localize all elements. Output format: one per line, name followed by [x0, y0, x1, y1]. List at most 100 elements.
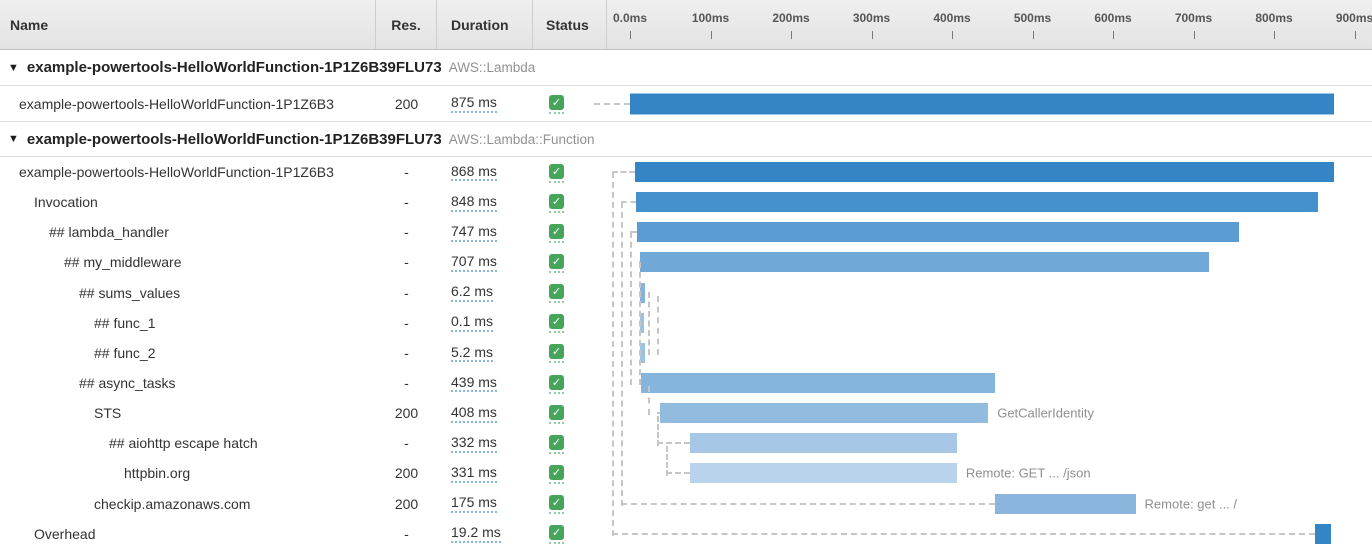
duration-link[interactable]: 175 ms — [451, 494, 497, 513]
table-row[interactable]: httpbin.org200331 ms✓Remote: GET ... /js… — [0, 458, 1372, 488]
timeline-bar[interactable] — [690, 433, 957, 453]
status-badge[interactable]: ✓ — [549, 495, 564, 514]
trace-rows: ▼ example-powertools-HelloWorldFunction-1… — [0, 50, 1372, 549]
duration-link[interactable]: 868 ms — [451, 163, 497, 182]
duration-link[interactable]: 19.2 ms — [451, 524, 501, 543]
duration-link[interactable]: 875 ms — [451, 94, 497, 113]
table-row[interactable]: Overhead-19.2 ms✓ — [0, 519, 1372, 549]
table-row[interactable]: STS200408 ms✓GetCallerIdentity — [0, 398, 1372, 428]
tick-mark — [872, 31, 873, 39]
collapse-arrow-icon[interactable]: ▼ — [8, 62, 19, 74]
duration-link[interactable]: 439 ms — [451, 374, 497, 393]
duration-link[interactable]: 6.2 ms — [451, 283, 493, 302]
status-badge[interactable]: ✓ — [549, 254, 564, 273]
table-row[interactable]: ## aiohttp escape hatch-332 ms✓ — [0, 428, 1372, 458]
group-header[interactable]: ▼ example-powertools-HelloWorldFunction-1… — [0, 121, 1372, 157]
status-badge[interactable]: ✓ — [549, 314, 564, 333]
group-title: example-powertools-HelloWorldFunction-1P… — [27, 59, 442, 76]
status-ok-check-icon[interactable]: ✓ — [549, 375, 564, 390]
segment-name: checkip.amazonaws.com — [94, 496, 250, 512]
status-badge[interactable]: ✓ — [549, 284, 564, 303]
collapse-arrow-icon[interactable]: ▼ — [8, 133, 19, 145]
table-row[interactable]: ## lambda_handler -747 ms ✓ — [0, 217, 1372, 247]
timeline-bar[interactable] — [635, 162, 1334, 182]
response-code: 200 — [376, 96, 437, 112]
response-code: - — [376, 224, 437, 240]
status-badge[interactable]: ✓ — [549, 435, 564, 454]
status-badge[interactable]: ✓ — [549, 194, 564, 213]
table-row[interactable]: ## func_1-0.1 ms✓ — [0, 308, 1372, 338]
connector-line — [657, 442, 690, 444]
tick-label: 800ms — [1239, 11, 1309, 25]
connector-line — [621, 503, 995, 505]
table-row[interactable]: example-powertools-HelloWorldFunction-1P… — [0, 86, 1372, 121]
duration-link[interactable]: 5.2 ms — [451, 344, 493, 363]
status-badge[interactable]: ✓ — [549, 375, 564, 394]
duration-link[interactable]: 408 ms — [451, 404, 497, 423]
group-header[interactable]: ▼ example-powertools-HelloWorldFunction-1… — [0, 50, 1372, 86]
group-title: example-powertools-HelloWorldFunction-1P… — [27, 131, 442, 148]
status-underline — [549, 331, 564, 333]
timeline-bar[interactable] — [640, 343, 644, 363]
status-ok-check-icon[interactable]: ✓ — [549, 224, 564, 239]
duration-link[interactable]: 331 ms — [451, 464, 497, 483]
segment-name: example-powertools-HelloWorldFunction-1P… — [19, 96, 334, 112]
tick-mark — [1033, 31, 1034, 39]
timeline-bar[interactable] — [1315, 524, 1330, 544]
status-underline — [549, 542, 564, 544]
status-ok-check-icon[interactable]: ✓ — [549, 164, 564, 179]
status-badge[interactable]: ✓ — [549, 95, 564, 114]
timeline-bar[interactable] — [637, 222, 1238, 242]
status-ok-check-icon[interactable]: ✓ — [549, 405, 564, 420]
status-ok-check-icon[interactable]: ✓ — [549, 314, 564, 329]
duration-link[interactable]: 848 ms — [451, 193, 497, 212]
status-underline — [549, 452, 564, 454]
table-row[interactable]: ## async_tasks-439 ms✓ — [0, 368, 1372, 398]
duration-link[interactable]: 707 ms — [451, 253, 497, 272]
connector-line — [594, 103, 630, 105]
status-badge[interactable]: ✓ — [549, 224, 564, 243]
timeline-bar[interactable] — [636, 192, 1319, 212]
table-row[interactable]: ## my_middleware-707 ms✓ — [0, 247, 1372, 277]
timeline-bar[interactable] — [641, 373, 994, 393]
status-badge[interactable]: ✓ — [549, 344, 564, 363]
status-underline — [549, 181, 564, 183]
status-ok-check-icon[interactable]: ✓ — [549, 194, 564, 209]
connector-line — [630, 231, 637, 233]
status-badge[interactable]: ✓ — [549, 465, 564, 484]
duration-link[interactable]: 0.1 ms — [451, 313, 493, 332]
timeline-bar[interactable] — [660, 403, 988, 423]
status-ok-check-icon[interactable]: ✓ — [549, 525, 564, 540]
status-ok-check-icon[interactable]: ✓ — [549, 435, 564, 450]
timeline-bar[interactable] — [995, 494, 1136, 514]
table-row[interactable]: checkip.amazonaws.com200175 ms✓Remote: g… — [0, 489, 1372, 519]
table-row[interactable]: ## func_2-5.2 ms✓ — [0, 338, 1372, 368]
timeline-bar[interactable] — [690, 463, 956, 483]
response-code: - — [376, 435, 437, 451]
timeline-bar[interactable] — [630, 93, 1334, 114]
status-ok-check-icon[interactable]: ✓ — [549, 284, 564, 299]
duration-link[interactable]: 332 ms — [451, 434, 497, 453]
status-ok-check-icon[interactable]: ✓ — [549, 495, 564, 510]
timeline-bar[interactable] — [640, 283, 645, 303]
status-ok-check-icon[interactable]: ✓ — [549, 254, 564, 269]
response-code: - — [376, 164, 437, 180]
status-ok-check-icon[interactable]: ✓ — [549, 465, 564, 480]
status-ok-check-icon[interactable]: ✓ — [549, 344, 564, 359]
tick-label: 900ms — [1320, 11, 1372, 25]
segment-name: ## lambda_handler — [49, 224, 169, 240]
response-code: - — [376, 345, 437, 361]
status-badge[interactable]: ✓ — [549, 164, 564, 183]
status-ok-check-icon[interactable]: ✓ — [549, 95, 564, 110]
duration-link[interactable]: 747 ms — [451, 223, 497, 242]
status-badge[interactable]: ✓ — [549, 525, 564, 544]
response-code: - — [376, 315, 437, 331]
table-row[interactable]: Invocation-848 ms✓ — [0, 187, 1372, 217]
table-row[interactable]: ## sums_values-6.2 ms✓ — [0, 278, 1372, 308]
timeline-bar[interactable] — [640, 252, 1209, 272]
timeline-bar[interactable] — [640, 313, 644, 333]
bar-annotation: Remote: GET ... /json — [966, 466, 1091, 481]
status-badge[interactable]: ✓ — [549, 405, 564, 424]
table-row[interactable]: example-powertools-HelloWorldFunction-1P… — [0, 157, 1372, 187]
status-underline — [549, 241, 564, 243]
